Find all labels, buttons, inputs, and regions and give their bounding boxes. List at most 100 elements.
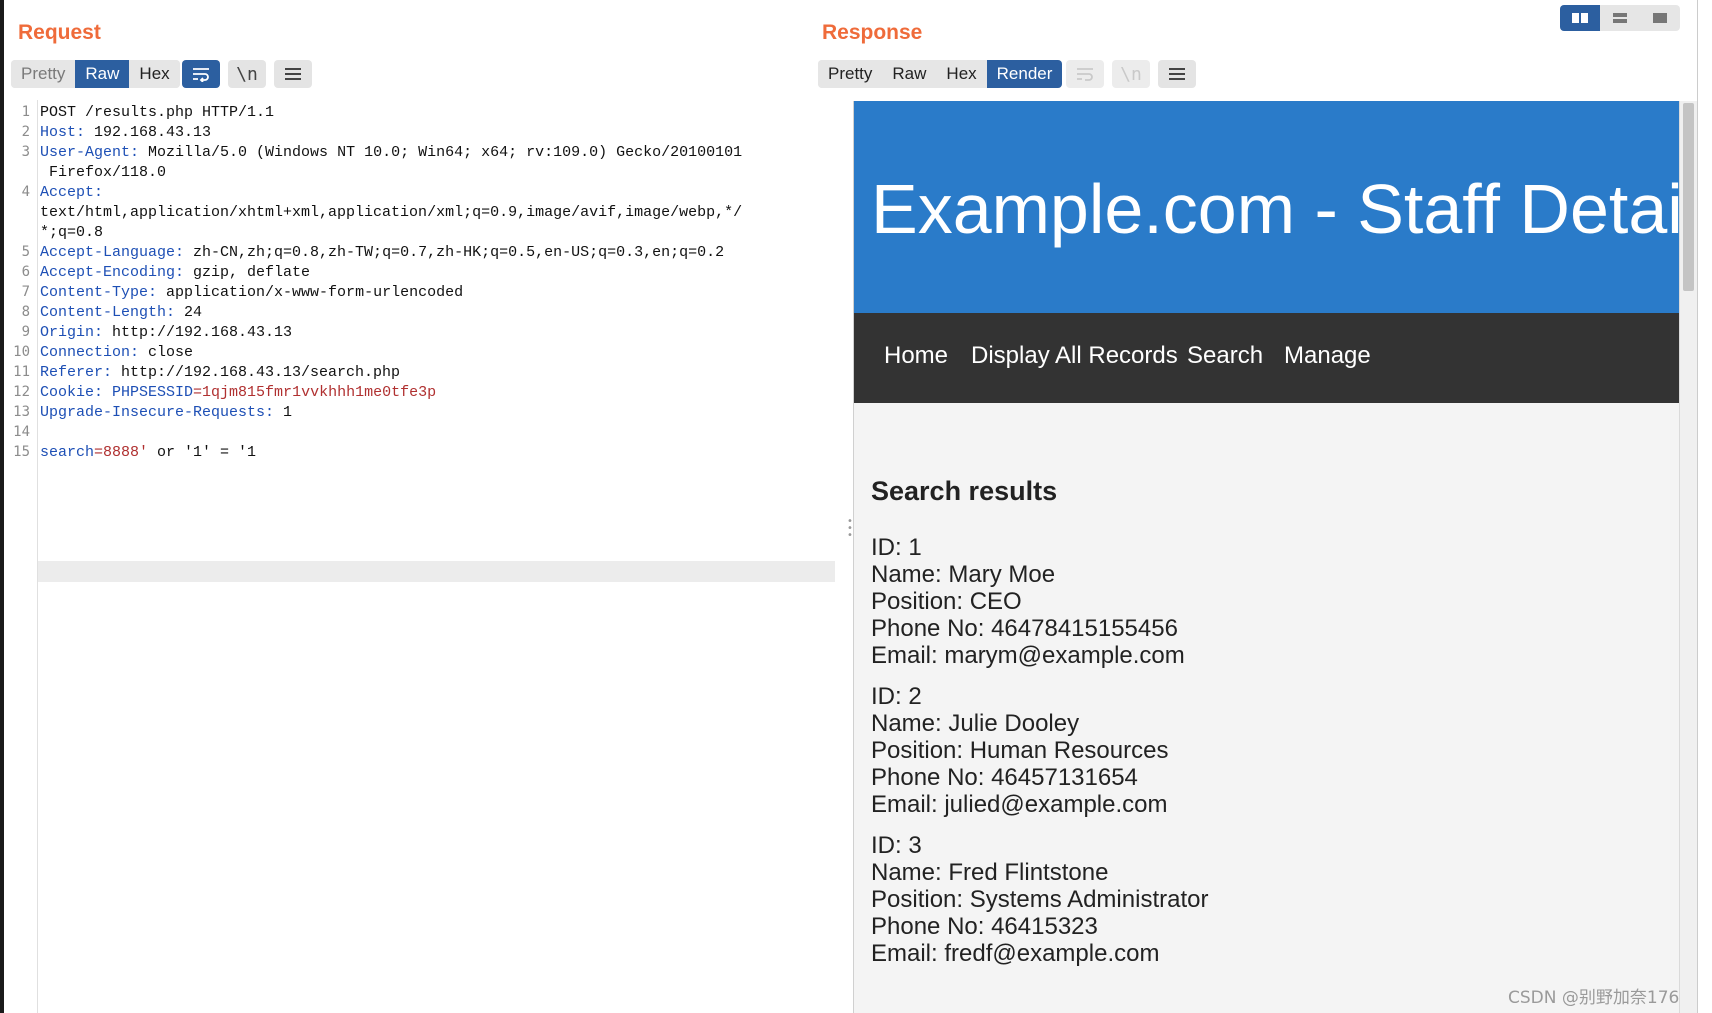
header-value: application/x-www-form-urlencoded [157, 284, 464, 301]
record-phone: Phone No: 46415323 [871, 913, 1098, 940]
request-line: Referer: http://192.168.43.13/search.php [40, 362, 400, 383]
record-id: ID: 1 [871, 534, 922, 561]
line-number: 11 [13, 364, 30, 380]
response-wrap-button[interactable] [1066, 60, 1104, 88]
response-view-tabs: Pretty Raw Hex Render [818, 60, 1063, 88]
header-key: Connection: [40, 344, 140, 361]
staff-record: ID: 3 Name: Fred Flintstone Position: Syst… [871, 832, 1208, 967]
rendered-response: Example.com - Staff Details Home Display… [853, 101, 1680, 1013]
line-number: 10 [13, 344, 30, 360]
header-value: 1 [274, 404, 293, 421]
record-position: Position: Systems Administrator [871, 886, 1209, 913]
param-value: =8888' [94, 444, 149, 461]
request-line: *;q=0.8 [40, 222, 103, 243]
layout-split-vertical-button[interactable] [1600, 5, 1640, 31]
staff-record: ID: 1 Name: Mary Moe Position: CEO Phone No… [871, 534, 1185, 669]
request-tab-pretty[interactable]: Pretty [11, 60, 76, 88]
header-value: close [139, 344, 194, 361]
layout-tabs-button[interactable] [1640, 5, 1680, 31]
response-newlines-button[interactable]: \n [1112, 60, 1150, 88]
request-tab-raw[interactable]: Raw [75, 60, 130, 88]
record-id: ID: 2 [871, 683, 922, 710]
response-pane-title: Response [822, 21, 923, 44]
request-line: User-Agent: Mozilla/5.0 (Windows NT 10.0… [40, 142, 742, 163]
line-number: 4 [21, 184, 30, 200]
record-id: ID: 3 [871, 832, 922, 859]
request-menu-button[interactable] [274, 60, 312, 88]
header-value: http://192.168.43.13 [103, 324, 293, 341]
single-pane-icon [1653, 13, 1667, 23]
line-number: 3 [21, 144, 30, 160]
request-line: Accept-Encoding: gzip, deflate [40, 262, 310, 283]
header-value: Mozilla/5.0 (Windows NT 10.0; Win64; x64… [139, 144, 743, 161]
line-number: 9 [21, 324, 30, 340]
watermark: CSDN @别野加奈176 [1508, 988, 1680, 1008]
window-right-edge [1697, 0, 1712, 1013]
header-key: Upgrade-Insecure-Requests: [40, 404, 275, 421]
nav-manage-link[interactable]: Manage [1284, 342, 1371, 370]
scrollbar-thumb[interactable] [1683, 103, 1694, 291]
layout-split-horizontal-button[interactable] [1560, 5, 1600, 31]
search-results-heading: Search results [871, 476, 1058, 506]
header-key: Referer: [40, 364, 113, 381]
header-value: 24 [175, 304, 203, 321]
request-line: Content-Length: 24 [40, 302, 202, 323]
header-value: zh-CN,zh;q=0.8,zh-TW;q=0.7,zh-HK;q=0.5,e… [184, 244, 725, 261]
line-number: 5 [21, 244, 30, 260]
header-value: text/html,application/xhtml+xml,applicat… [40, 204, 743, 221]
header-key: search [40, 444, 95, 461]
header-value: *;q=0.8 [40, 224, 104, 241]
response-tab-pretty[interactable]: Pretty [818, 60, 883, 88]
nav-search-link[interactable]: Search [1187, 342, 1263, 370]
request-tab-hex[interactable]: Hex [129, 60, 180, 88]
header-key: User-Agent: [40, 144, 140, 161]
wrap-lines-button[interactable] [182, 60, 220, 88]
cookie-name: PHPSESSID [112, 384, 194, 401]
param-rest: or '1' = '1 [148, 444, 257, 461]
line-number: 8 [21, 304, 30, 320]
request-line: Accept: [40, 182, 103, 203]
header-value: Firefox/118.0 [40, 164, 167, 181]
current-line-highlight [38, 561, 835, 582]
wrap-icon [193, 68, 209, 82]
header-value [103, 384, 112, 401]
record-name: Name: Fred Flintstone [871, 859, 1109, 886]
response-menu-button[interactable] [1158, 60, 1196, 88]
record-email: Email: fredf@example.com [871, 940, 1160, 967]
response-tab-raw[interactable]: Raw [882, 60, 937, 88]
wrap-icon [1077, 68, 1093, 81]
show-newlines-button[interactable]: \n [228, 60, 266, 88]
line-number: 2 [21, 124, 30, 140]
record-email: Email: julied@example.com [871, 791, 1168, 818]
request-editor[interactable]: 1 POST /results.php HTTP/1.1 2 Host: 192.16… [4, 100, 835, 1013]
request-line: Content-Type: application/x-www-form-url… [40, 282, 463, 303]
menu-icon [285, 68, 301, 80]
nav-home-link[interactable]: Home [884, 342, 948, 370]
request-line: search=8888' or '1' = '1 [40, 442, 256, 463]
request-line: Host: 192.168.43.13 [40, 122, 211, 143]
header-key: Content-Type: [40, 284, 158, 301]
request-pane-title: Request [18, 21, 101, 44]
header-value: POST /results.php HTTP/1.1 [40, 104, 275, 121]
newline-icon: \n [236, 63, 258, 85]
line-number: 14 [13, 424, 30, 440]
header-key: Origin: [40, 324, 104, 341]
record-position: Position: CEO [871, 588, 1022, 615]
newline-icon: \n [1120, 63, 1142, 85]
response-scrollbar[interactable] [1679, 101, 1698, 1013]
request-line: text/html,application/xhtml+xml,applicat… [40, 202, 742, 223]
columns-icon [1572, 13, 1588, 23]
record-email: Email: marym@example.com [871, 642, 1185, 669]
menu-icon [1169, 68, 1185, 80]
line-number: 1 [21, 104, 30, 120]
nav-display-all-link[interactable]: Display All Records [971, 342, 1178, 370]
site-title: Example.com - Staff Details [871, 170, 1680, 248]
header-key: Cookie: [40, 384, 104, 401]
response-tab-render[interactable]: Render [986, 60, 1063, 88]
site-navbar: Home Display All Records Search Manage [854, 313, 1680, 403]
header-value: http://192.168.43.13/search.php [112, 364, 401, 381]
staff-record: ID: 2 Name: Julie Dooley Position: Human R… [871, 683, 1168, 818]
response-tab-hex[interactable]: Hex [936, 60, 987, 88]
request-line: Cookie: PHPSESSID=1qjm815fmr1vvkhhh1me0t… [40, 382, 436, 403]
record-name: Name: Julie Dooley [871, 710, 1080, 737]
